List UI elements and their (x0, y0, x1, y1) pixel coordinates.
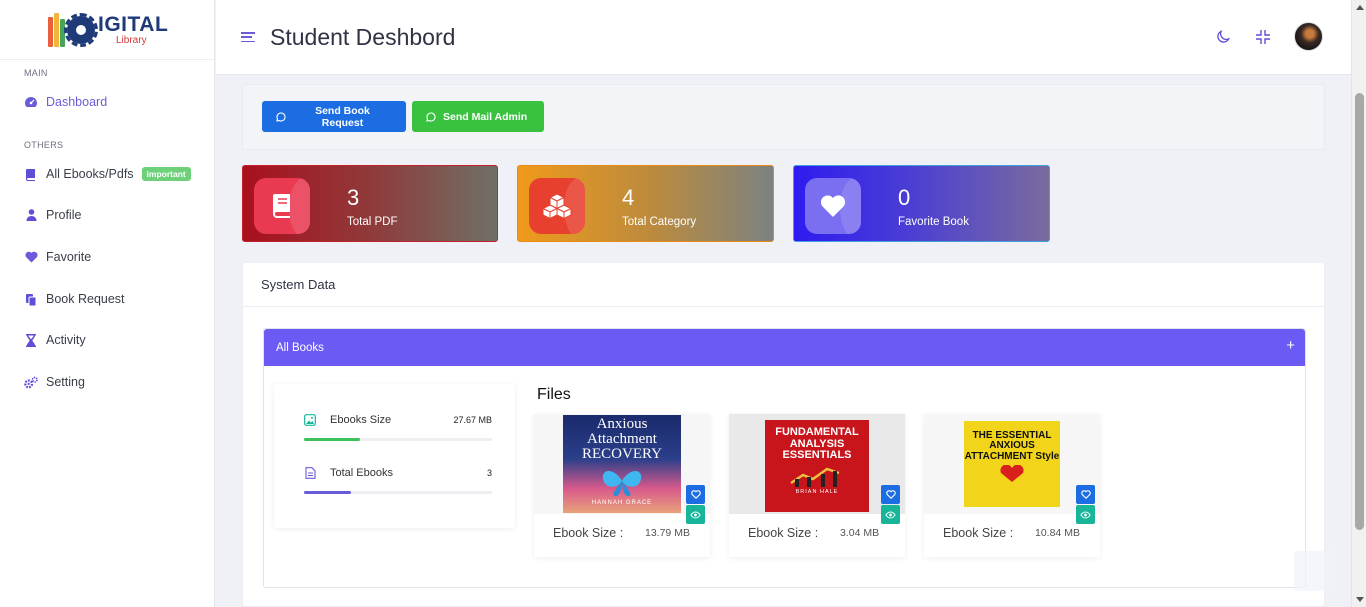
system-data-panel: System Data All Books + Ebooks Size 27.6… (242, 262, 1325, 607)
sidebar-item-book-request[interactable]: Book Request (0, 289, 125, 309)
sidebar-item-profile[interactable]: Profile (0, 205, 81, 225)
sidebar-item-label: Activity (46, 333, 86, 347)
chat-icon (426, 111, 436, 122)
hamburger-menu-icon[interactable] (241, 32, 255, 42)
sidebar-item-label: Setting (46, 375, 85, 389)
gear-logo-icon (64, 12, 98, 47)
book-icon (254, 178, 310, 234)
dashboard-gauge-icon (24, 95, 38, 109)
image-icon (304, 414, 316, 426)
sidebar-item-favorite[interactable]: Favorite (0, 247, 91, 267)
view-eye-button[interactable] (686, 505, 705, 524)
stat-value: 3 (347, 185, 360, 210)
file-card[interactable]: FUNDAMENTAL ANALYSIS ESSENTIALS BRIAN HA… (729, 414, 905, 557)
sidebar-item-setting[interactable]: Setting (0, 372, 85, 392)
library-stats-box: Ebooks Size 27.67 MB Total Ebooks 3 (274, 384, 515, 528)
view-eye-button[interactable] (881, 505, 900, 524)
book-cover-image[interactable]: Anxious Attachment RECOVERY HANNAH GRACE (563, 415, 681, 513)
files-title: Files (537, 386, 571, 403)
sidebar-item-activity[interactable]: Activity (0, 330, 86, 350)
send-book-request-button[interactable]: Send Book Request (262, 101, 406, 132)
fullscreen-exit-icon[interactable] (1254, 28, 1272, 46)
hourglass-icon (24, 333, 38, 347)
scroll-down-arrow-icon[interactable] (1356, 597, 1364, 602)
user-avatar[interactable] (1294, 22, 1323, 51)
user-icon (24, 208, 38, 222)
favorite-heart-button[interactable] (881, 485, 900, 504)
file-card[interactable]: THE ESSENTIAL ANXIOUS ATTACHMENT Style E… (924, 414, 1100, 557)
document-icon (304, 467, 316, 479)
ebook-size-value: 10.84 MB (1035, 527, 1080, 539)
book-icon (24, 167, 38, 181)
stat-card-total-pdf[interactable]: 3 Total PDF (242, 165, 498, 242)
scrollbar-thumb[interactable] (1355, 93, 1364, 530)
action-bar: Send Book Request Send Mail Admin (242, 84, 1325, 150)
stat-label: Total Category (622, 216, 697, 228)
sidebar-item-dashboard[interactable]: Dashboard (0, 92, 107, 112)
sidebar-item-label: Dashboard (46, 95, 108, 109)
panel-title: System Data (243, 263, 1324, 307)
important-badge: important (141, 167, 191, 181)
cubes-icon (529, 178, 585, 234)
page-scrollbar[interactable] (1351, 0, 1366, 607)
sidebar-item-label: All Ebooks/Pdfs (46, 167, 134, 181)
gears-icon (24, 375, 38, 389)
sidebar-item-label: Profile (46, 208, 82, 222)
stat-card-favorite-book[interactable]: 0 Favorite Book (793, 165, 1050, 242)
ebooks-size-row: Ebooks Size 27.67 MB (304, 412, 492, 441)
all-books-accordion: All Books + Ebooks Size 27.67 MB Total E… (263, 328, 1306, 588)
ebook-size-label: Ebook Size : (748, 526, 819, 540)
chat-icon (276, 111, 286, 122)
all-books-accordion-header[interactable]: All Books + (264, 329, 1305, 366)
sidebar: IGITAL Library MAIN Dashboard OTHERS All… (0, 0, 215, 607)
total-ebooks-row: Total Ebooks 3 (304, 465, 492, 494)
heart-icon (24, 250, 38, 264)
send-mail-admin-button[interactable]: Send Mail Admin (412, 101, 544, 132)
stat-label: Total PDF (347, 216, 398, 228)
ebook-size-label: Ebook Size : (553, 526, 624, 540)
favorite-heart-button[interactable] (1076, 485, 1095, 504)
file-card[interactable]: Anxious Attachment RECOVERY HANNAH GRACE… (534, 414, 710, 557)
stat-card-total-category[interactable]: 4 Total Category (517, 165, 774, 242)
dark-mode-moon-icon[interactable] (1214, 28, 1232, 46)
section-label-main: MAIN (24, 68, 48, 78)
stat-value: 0 (898, 185, 911, 210)
top-header: Student Deshbord (216, 0, 1351, 75)
logo-subtext: Library (116, 34, 147, 46)
books-logo-icon (48, 12, 65, 47)
sidebar-item-label: Book Request (46, 292, 125, 306)
copy-icon (24, 292, 38, 306)
section-label-others: OTHERS (24, 140, 64, 150)
plus-icon[interactable]: + (1286, 337, 1295, 354)
heart-icon (805, 178, 861, 234)
ebook-size-value: 3.04 MB (840, 527, 880, 539)
scroll-up-arrow-icon[interactable] (1356, 5, 1364, 10)
ebook-size-value: 13.79 MB (645, 527, 690, 539)
sidebar-item-label: Favorite (46, 250, 92, 264)
app-logo[interactable]: IGITAL Library (0, 0, 214, 60)
stat-value: 4 (622, 185, 635, 210)
view-eye-button[interactable] (1076, 505, 1095, 524)
ebook-size-label: Ebook Size : (943, 526, 1014, 540)
stat-label: Favorite Book (898, 216, 969, 228)
book-cover-image[interactable]: FUNDAMENTAL ANALYSIS ESSENTIALS BRIAN HA… (765, 420, 869, 512)
favorite-heart-button[interactable] (686, 485, 705, 504)
ebooks-size-progress (304, 438, 361, 441)
sidebar-item-all-ebooks[interactable]: All Ebooks/Pdfs important (0, 164, 191, 184)
logo-text: IGITAL (98, 12, 169, 36)
page-title: Student Deshbord (270, 23, 456, 50)
scroll-to-top-button[interactable] (1294, 551, 1334, 591)
book-cover-image[interactable]: THE ESSENTIAL ANXIOUS ATTACHMENT Style (964, 421, 1060, 507)
total-ebooks-progress (304, 491, 351, 494)
